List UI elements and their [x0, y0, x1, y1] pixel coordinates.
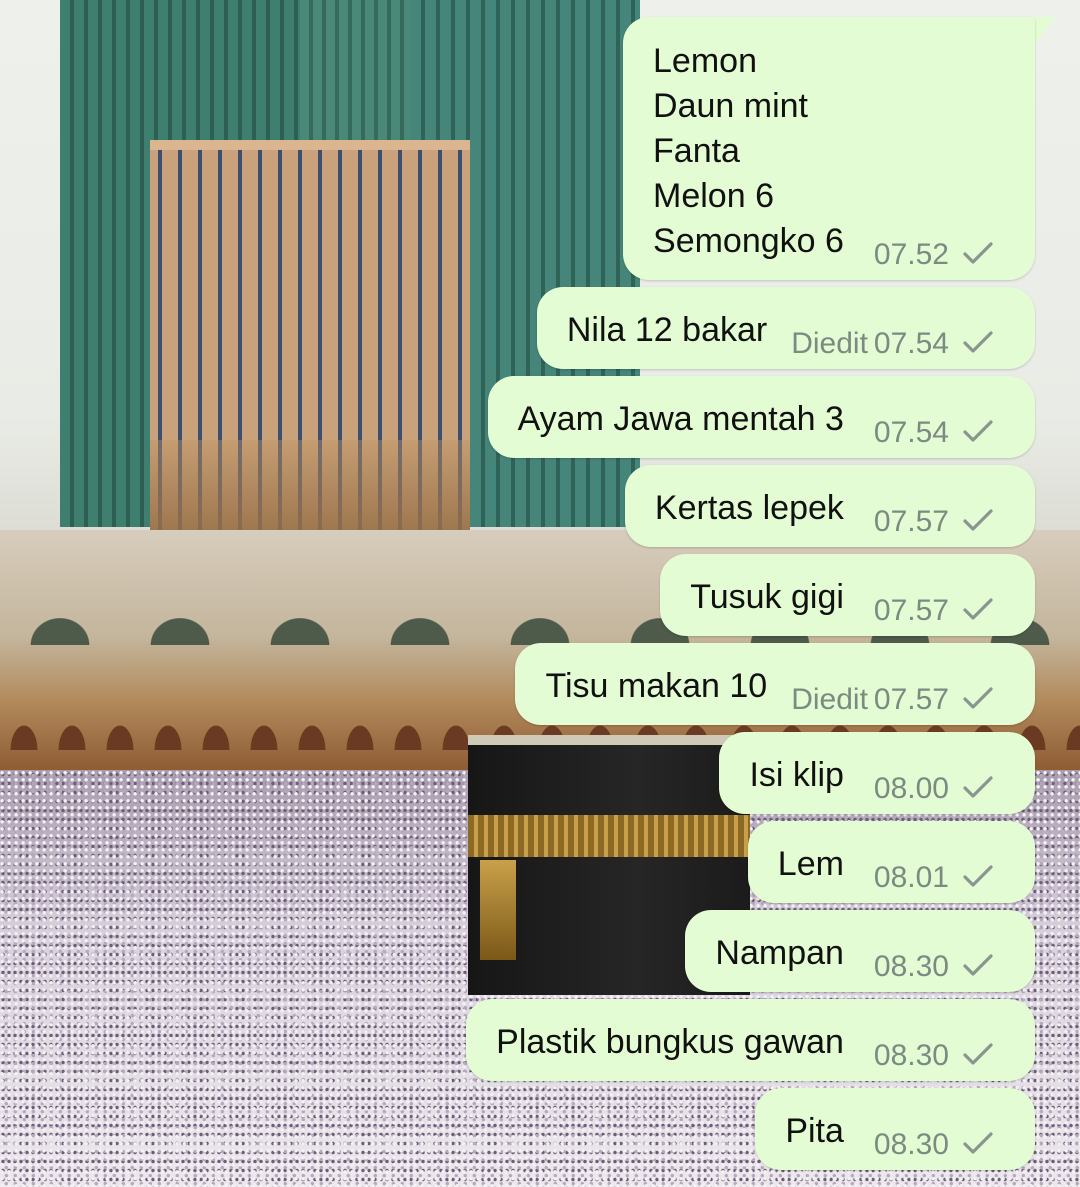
message-meta: 08.30 — [868, 1039, 995, 1073]
message-meta: 07.57 — [868, 505, 995, 539]
message-text: Nila 12 bakar — [566, 311, 768, 349]
message-time: 07.57 — [873, 594, 949, 627]
message-meta: 07.52 — [868, 238, 995, 272]
sent-check-icon — [963, 954, 993, 976]
message-time: 07.54 — [873, 416, 949, 449]
sent-check-icon — [963, 1043, 993, 1065]
message-text: Plastik bungkus gawan — [496, 1023, 844, 1061]
message-time: 07.52 — [873, 238, 949, 271]
message-time: 08.30 — [873, 1039, 949, 1072]
message-time: 08.30 — [873, 950, 949, 983]
message-bubble[interactable]: Lem 08.01 — [747, 821, 1035, 903]
sent-check-icon — [963, 598, 993, 620]
message-text: Kertas lepek — [654, 489, 844, 527]
message-meta: 07.54 — [868, 416, 995, 450]
message-time: 07.54 — [873, 327, 949, 360]
message-meta: Diedit 07.57 — [791, 683, 995, 717]
message-time: 07.57 — [873, 505, 949, 538]
sent-check-icon — [963, 865, 993, 887]
message-time: 08.00 — [873, 772, 949, 805]
message-bubble[interactable]: Nampan 08.30 — [685, 910, 1035, 992]
message-bubble[interactable]: Kertas lepek 07.57 — [624, 465, 1035, 547]
message-time: 08.30 — [873, 1128, 949, 1161]
message-meta: 08.30 — [868, 950, 995, 984]
sent-check-icon — [963, 509, 993, 531]
message-text: Pita — [785, 1112, 844, 1150]
message-list[interactable]: Lemon Daun mint Fanta Melon 6 Semongko 6… — [0, 0, 1080, 1187]
message-text: Lemon Daun mint Fanta Melon 6 Semongko 6 — [653, 42, 844, 260]
sent-check-icon — [963, 242, 993, 264]
message-meta: 08.00 — [868, 772, 995, 806]
sent-check-icon — [963, 1132, 993, 1154]
message-bubble[interactable]: Tusuk gigi 07.57 — [660, 554, 1035, 636]
message-meta: 07.57 — [868, 594, 995, 628]
message-text: Nampan — [715, 934, 844, 972]
message-text: Ayam Jawa mentah 3 — [517, 400, 844, 438]
message-meta: Diedit 07.54 — [791, 327, 995, 361]
message-bubble[interactable]: Tisu makan 10 Diedit 07.57 — [515, 643, 1035, 725]
message-bubble[interactable]: Isi klip 08.00 — [719, 732, 1035, 814]
edited-label: Diedit — [791, 683, 868, 716]
message-text: Lem — [777, 845, 844, 883]
message-bubble[interactable]: Pita 08.30 — [755, 1088, 1035, 1170]
message-meta: 08.30 — [868, 1128, 995, 1162]
message-meta: 08.01 — [868, 861, 995, 895]
message-bubble[interactable]: Nila 12 bakar Diedit 07.54 — [536, 287, 1035, 369]
message-text: Isi klip — [749, 756, 844, 794]
message-bubble[interactable]: Ayam Jawa mentah 3 07.54 — [487, 376, 1035, 458]
message-time: 07.57 — [873, 683, 949, 716]
message-bubble[interactable]: Lemon Daun mint Fanta Melon 6 Semongko 6… — [623, 17, 1035, 280]
message-bubble[interactable]: Plastik bungkus gawan 08.30 — [466, 999, 1035, 1081]
message-text: Tisu makan 10 — [545, 667, 768, 705]
sent-check-icon — [963, 776, 993, 798]
sent-check-icon — [963, 331, 993, 353]
sent-check-icon — [963, 687, 993, 709]
sent-check-icon — [963, 420, 993, 442]
message-text: Tusuk gigi — [690, 578, 844, 616]
edited-label: Diedit — [791, 327, 868, 360]
message-time: 08.01 — [873, 861, 949, 894]
